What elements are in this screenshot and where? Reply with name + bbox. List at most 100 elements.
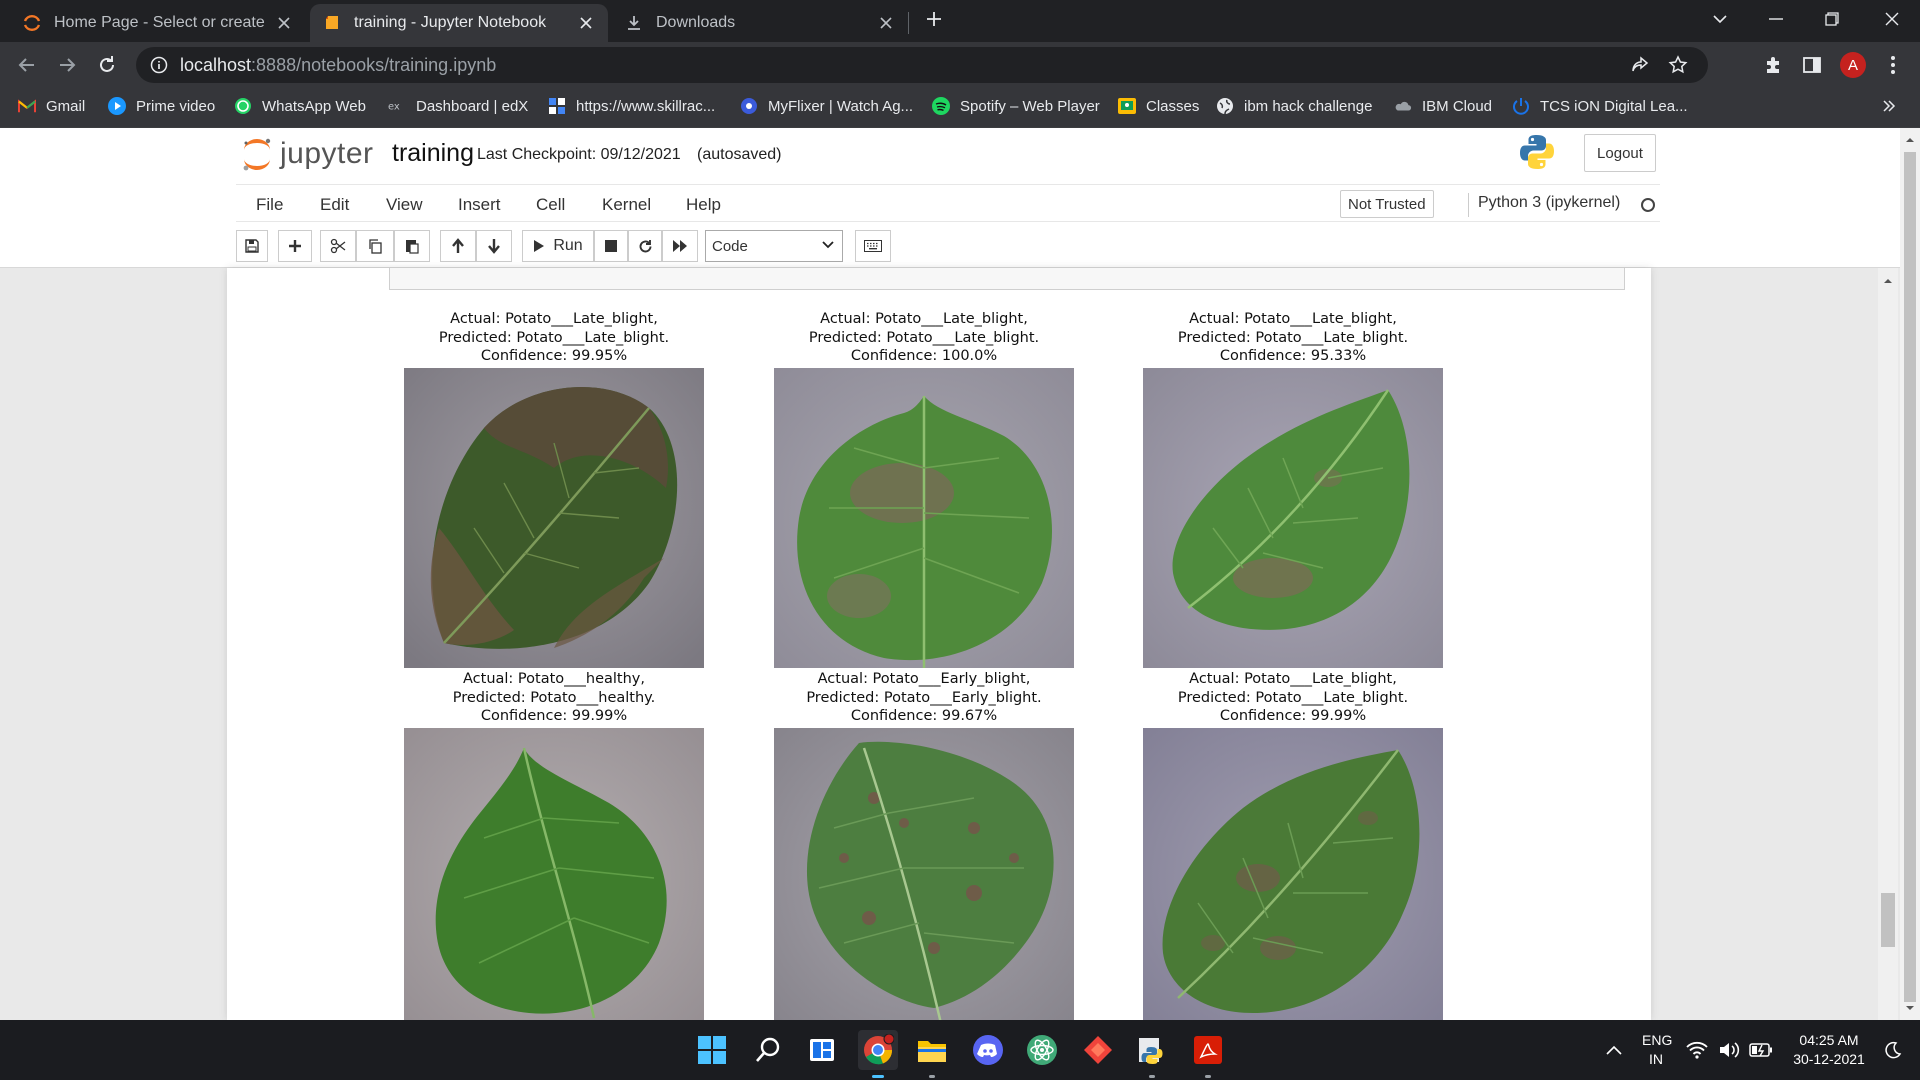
scissors-icon <box>330 238 346 254</box>
focus-assist-moon-icon[interactable] <box>1878 1030 1908 1070</box>
search-icon[interactable] <box>748 1030 788 1070</box>
reload-button[interactable] <box>92 50 122 80</box>
url-text[interactable]: localhost:8888/notebooks/training.ipynb <box>180 55 496 76</box>
myflixer-icon <box>740 97 758 115</box>
jupyter-logo[interactable]: jupyter <box>240 136 374 172</box>
plot-title: Actual: Potato___Late_blight, Predicted:… <box>1177 671 1409 724</box>
plot-title: Actual: Potato___Late_blight, Predicted:… <box>1177 311 1409 364</box>
download-icon <box>624 13 644 33</box>
extensions-icon[interactable] <box>1758 50 1788 80</box>
menu-help[interactable]: Help <box>686 195 721 215</box>
kernel-name[interactable]: Python 3 (ipykernel) <box>1478 194 1620 212</box>
address-bar[interactable]: localhost:8888/notebooks/training.ipynb <box>136 47 1708 83</box>
bookmark-classes[interactable]: Classes <box>1118 89 1199 123</box>
back-button[interactable] <box>12 50 42 80</box>
move-up-button[interactable] <box>440 230 476 262</box>
copy-cell-button[interactable] <box>356 230 394 262</box>
idle-running-indicator <box>1149 1075 1155 1078</box>
bookmark-skillrack[interactable]: https://www.skillrac... <box>548 89 715 123</box>
tab-training-notebook[interactable]: training - Jupyter Notebook <box>310 4 608 42</box>
new-tab-button[interactable] <box>908 0 960 38</box>
close-tab-icon[interactable] <box>876 13 896 33</box>
profile-avatar[interactable]: A <box>1840 52 1866 78</box>
show-hidden-icons-chevron-icon[interactable] <box>1594 1030 1634 1070</box>
logout-button[interactable]: Logout <box>1584 134 1656 172</box>
restart-icon <box>639 239 651 252</box>
menu-view[interactable]: View <box>386 195 423 215</box>
menu-cell[interactable]: Cell <box>536 195 565 215</box>
minimize-button[interactable] <box>1748 0 1804 38</box>
tcs-ion-icon <box>1512 97 1530 115</box>
bookmark-whatsapp-web[interactable]: WhatsApp Web <box>234 89 366 123</box>
menu-edit[interactable]: Edit <box>320 195 349 215</box>
volume-icon[interactable] <box>1714 1030 1744 1070</box>
save-button[interactable] <box>236 230 268 262</box>
acrobat-icon[interactable] <box>1188 1030 1228 1070</box>
bookmark-tcs-ion[interactable]: TCS iON Digital Lea... <box>1512 89 1688 123</box>
close-tab-icon[interactable] <box>576 13 596 33</box>
tab-downloads[interactable]: Downloads <box>612 4 908 42</box>
command-palette-button[interactable] <box>855 230 891 262</box>
restart-run-all-button[interactable] <box>662 230 698 262</box>
insert-cell-button[interactable] <box>278 230 312 262</box>
widgets-icon[interactable] <box>802 1030 842 1070</box>
bookmark-spotify[interactable]: Spotify – Web Player <box>932 89 1100 123</box>
chrome-taskbar-icon[interactable] <box>858 1030 898 1070</box>
windows-start-icon[interactable] <box>692 1030 732 1070</box>
save-icon <box>245 239 259 253</box>
run-button[interactable]: Run <box>522 230 594 262</box>
bookmark-myflixer[interactable]: MyFlixer | Watch Ag... <box>740 89 913 123</box>
file-explorer-icon[interactable] <box>912 1030 952 1070</box>
share-icon[interactable] <box>1630 55 1650 75</box>
menu-file[interactable]: File <box>256 195 283 215</box>
plot-title: Actual: Potato___Late_blight, Predicted:… <box>808 311 1040 364</box>
tab-search-chevron-icon[interactable] <box>1692 0 1748 38</box>
anydesk-icon[interactable] <box>1078 1030 1118 1070</box>
plus-icon <box>289 240 301 252</box>
plot-title: Actual: Potato___Early_blight, Predicted… <box>806 671 1042 724</box>
input-language[interactable]: ENG IN <box>1642 1031 1672 1069</box>
bookmark-gmail[interactable]: Gmail <box>18 89 85 123</box>
cell-type-select[interactable]: Code <box>705 230 843 262</box>
forward-button[interactable] <box>52 50 82 80</box>
move-down-button[interactable] <box>476 230 512 262</box>
site-info-icon[interactable] <box>150 56 168 74</box>
bookmark-prime-video[interactable]: Prime video <box>108 89 215 123</box>
notebook-name[interactable]: training <box>392 139 474 168</box>
bookmark-ibm-hack-challenge[interactable]: ibm hack challenge <box>1216 89 1372 123</box>
paste-cell-button[interactable] <box>394 230 430 262</box>
clock[interactable]: 04:25 AM 30-12-2021 <box>1786 1031 1872 1069</box>
menu-kernel[interactable]: Kernel <box>602 195 651 215</box>
battery-icon[interactable] <box>1746 1030 1776 1070</box>
bookmark-star-icon[interactable] <box>1668 55 1688 75</box>
bookmark-ibm-cloud[interactable]: IBM Cloud <box>1394 89 1492 123</box>
close-tab-icon[interactable] <box>274 13 294 33</box>
tab-home-page[interactable]: Home Page - Select or create a n <box>10 4 306 42</box>
cut-cell-button[interactable] <box>320 230 356 262</box>
skillrack-icon <box>548 97 566 115</box>
wifi-icon[interactable] <box>1682 1030 1712 1070</box>
discord-icon[interactable] <box>968 1030 1008 1070</box>
interrupt-kernel-button[interactable] <box>594 230 628 262</box>
previous-cell-bottom[interactable] <box>389 268 1625 290</box>
python-idle-icon[interactable] <box>1132 1030 1172 1070</box>
bookmark-edx[interactable]: ex Dashboard | edX <box>388 89 528 123</box>
menu-insert[interactable]: Insert <box>458 195 501 215</box>
not-trusted-button[interactable]: Not Trusted <box>1340 190 1434 218</box>
notebook-tab-icon <box>322 13 342 33</box>
page-scrollbar[interactable] <box>1900 128 1920 1020</box>
close-window-button[interactable] <box>1864 0 1920 38</box>
more-menu-icon[interactable] <box>1878 50 1908 80</box>
more-bookmarks-chevron-icon[interactable] <box>1882 89 1896 123</box>
prediction-plot: Actual: Potato___Late_blight, Predicted:… <box>389 310 719 668</box>
side-panel-icon[interactable] <box>1797 50 1827 80</box>
restart-kernel-button[interactable] <box>628 230 662 262</box>
atom-icon[interactable] <box>1022 1030 1062 1070</box>
jupyter-tab-icon <box>22 13 42 33</box>
restore-button[interactable] <box>1804 0 1860 38</box>
arrow-up-icon <box>452 238 464 253</box>
notebook-scrollbar[interactable] <box>1878 268 1898 1020</box>
menu-bar: File Edit View Insert Cell Kernel Help N… <box>236 184 1660 222</box>
edx-icon: ex <box>388 97 406 115</box>
paste-icon <box>406 240 419 254</box>
